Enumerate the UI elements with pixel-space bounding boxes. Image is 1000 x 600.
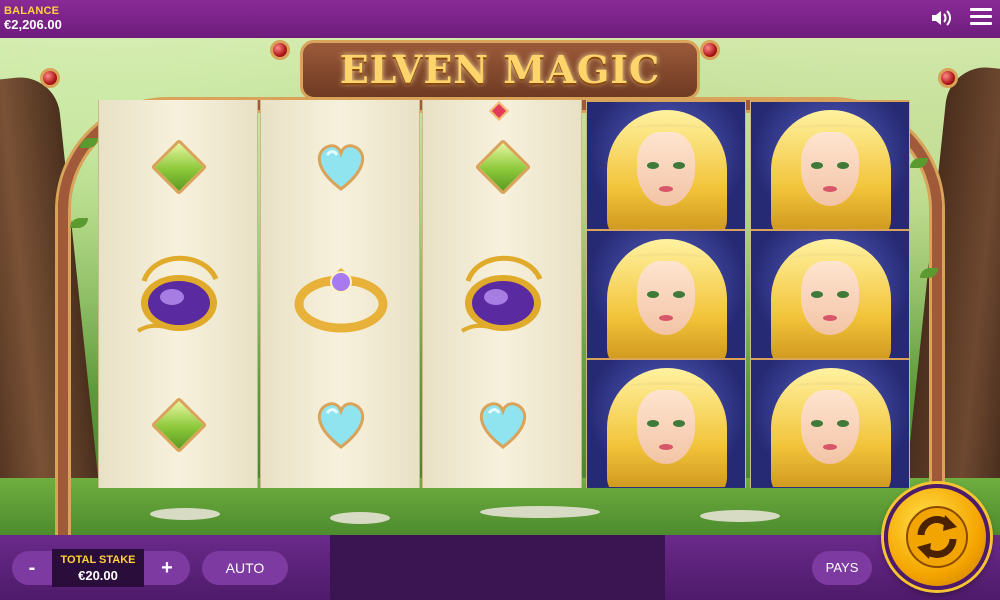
symbol-blue-heart [423, 360, 583, 489]
symbol-elf-princess [587, 229, 745, 358]
symbol-gold-ring [261, 231, 421, 360]
red-gem-ornament [700, 40, 720, 60]
stake-value: €20.00 [78, 568, 118, 583]
increase-stake-button[interactable]: + [144, 551, 190, 585]
game-logo: ELVEN MAGIC [300, 40, 700, 100]
decrease-stake-button[interactable]: - [12, 551, 52, 585]
green-diamond-icon [150, 396, 208, 453]
symbol-amulet [99, 231, 259, 360]
bar-center-panel [330, 535, 665, 600]
paytable-button[interactable]: PAYS [812, 551, 872, 585]
symbol-blue-heart [261, 102, 421, 231]
top-bar: BALANCE €2,206.00 [0, 0, 1000, 38]
balance-label: BALANCE [4, 5, 60, 17]
speaker-icon[interactable] [930, 8, 954, 28]
amulet-icon [136, 255, 219, 333]
symbol-green-diamond [423, 102, 583, 231]
amulet-icon [460, 255, 543, 333]
reel-2 [260, 100, 420, 488]
symbol-green-diamond [99, 102, 259, 231]
green-diamond-icon [150, 138, 208, 195]
green-diamond-icon [474, 138, 532, 195]
symbol-elf-princess [587, 358, 745, 487]
blue-heart-icon [317, 143, 365, 191]
symbol-green-diamond [99, 360, 259, 489]
symbol-elf-princess [751, 100, 909, 229]
symbol-elf-princess [751, 229, 909, 358]
red-gem-ornament [40, 68, 60, 88]
reel-1 [98, 100, 258, 488]
hamburger-menu-icon[interactable] [970, 8, 992, 28]
spin-button[interactable] [884, 484, 990, 590]
spin-arrows-icon [906, 506, 968, 568]
red-gem-ornament [270, 40, 290, 60]
reel-3 [422, 100, 582, 488]
blue-heart-icon [317, 401, 365, 449]
symbol-elf-princess [587, 100, 745, 229]
game-title: ELVEN MAGIC [339, 47, 661, 92]
stake-label: TOTAL STAKE [60, 554, 136, 566]
autoplay-button[interactable]: AUTO [202, 551, 288, 585]
bottom-control-bar: - TOTAL STAKE €20.00 + AUTO PAYS [0, 535, 1000, 600]
symbol-elf-princess [751, 358, 909, 487]
blue-heart-icon [479, 401, 527, 449]
gold-ring-icon [294, 267, 388, 332]
red-gem-ornament [938, 68, 958, 88]
reel-4 [586, 100, 746, 488]
symbol-blue-heart [261, 360, 421, 489]
balance-display: BALANCE €2,206.00 [4, 4, 62, 32]
total-stake-display: TOTAL STAKE €20.00 [52, 549, 144, 587]
balance-value: €2,206.00 [4, 17, 62, 32]
reel-5 [750, 100, 910, 488]
symbol-amulet [423, 231, 583, 360]
